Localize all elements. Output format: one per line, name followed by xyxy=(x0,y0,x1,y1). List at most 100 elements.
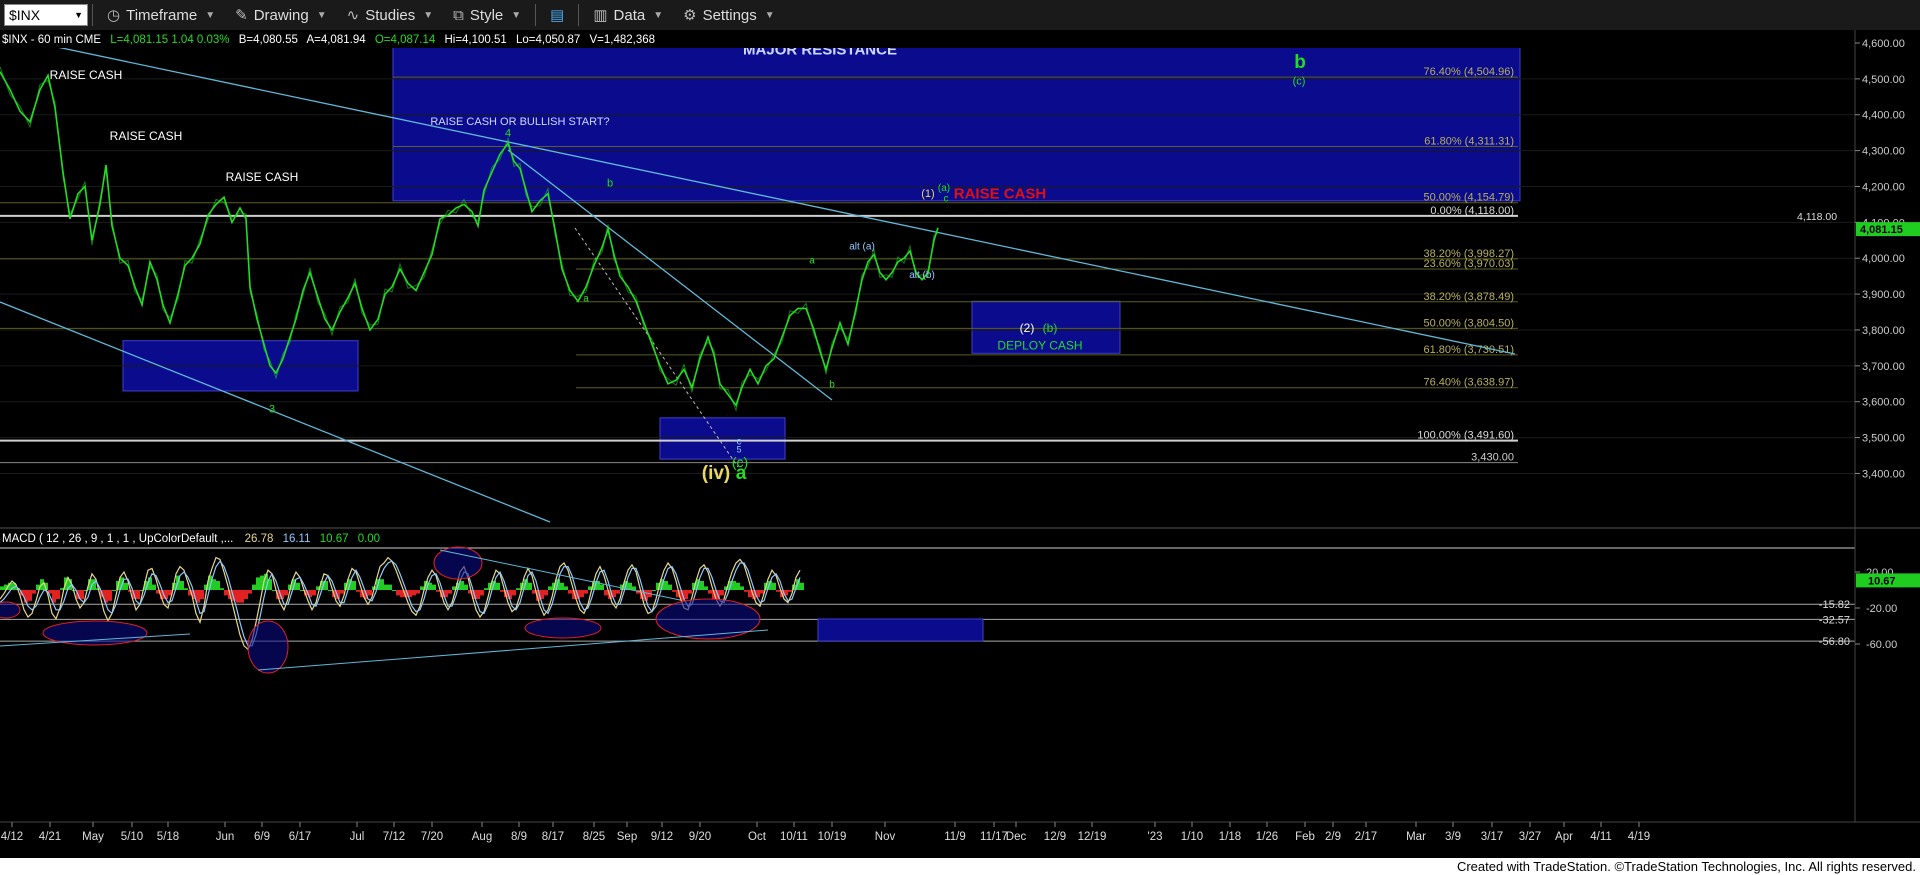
macd-histogram-bar xyxy=(356,590,360,592)
macd-histogram-bar xyxy=(548,586,552,590)
drawing-menu[interactable]: ✎ Drawing ▼ xyxy=(225,1,337,29)
time-axis-label: Aug xyxy=(472,831,492,843)
price-zone xyxy=(659,417,786,460)
symbol-selector[interactable]: $INX ▼ xyxy=(4,4,88,26)
time-axis-label: Jun xyxy=(216,831,235,843)
price-chart[interactable]: 76.40% (4,504.96) 61.80% (4,311.31) 50.00%… xyxy=(0,30,1920,858)
macd-histogram-bar xyxy=(568,590,572,594)
fib-level-label: 50.00% (4,154.79) xyxy=(1423,192,1514,204)
macd-histogram-bar xyxy=(388,584,392,590)
time-axis-label: 11/9 xyxy=(944,831,966,843)
macd-histogram-bar xyxy=(496,582,500,590)
chevron-down-icon: ▼ xyxy=(205,9,216,21)
macd-histogram-bar xyxy=(328,590,332,591)
chevron-down-icon: ▼ xyxy=(423,9,434,21)
time-axis-label: 7/12 xyxy=(383,831,405,843)
wave-label: 4 xyxy=(505,127,511,139)
studies-menu[interactable]: ∿ Studies ▼ xyxy=(337,1,444,29)
macd-histogram-bar xyxy=(180,581,184,590)
macd-histogram-bar xyxy=(248,590,252,594)
data-menu[interactable]: ▥ Data ▼ xyxy=(583,1,673,29)
toolbar-divider xyxy=(535,4,537,26)
wave-label: (2) xyxy=(1020,321,1035,335)
macd-histogram-bar xyxy=(80,590,84,599)
time-axis-label: Oct xyxy=(748,831,767,843)
time-axis-label: 9/12 xyxy=(651,831,673,843)
macd-histogram-bar xyxy=(736,582,740,590)
macd-histogram-bar xyxy=(720,590,724,596)
macd-histogram-bar xyxy=(216,581,220,590)
macd-histogram-bar xyxy=(516,588,520,590)
studies-label: Studies xyxy=(365,6,416,24)
info-bar: $INX - 60 min CME L=4,081.15 1.04 0.03% … xyxy=(2,34,655,46)
time-axis-label: 5/18 xyxy=(157,831,179,843)
macd-histogram-bar xyxy=(772,582,776,590)
footer-credit: Created with TradeStation. ©TradeStation… xyxy=(0,858,1920,875)
macd-histogram-bar xyxy=(240,590,244,603)
macd-zero-value: 0.00 xyxy=(358,533,380,545)
layout-button[interactable]: ▤ xyxy=(540,1,574,29)
macd-histogram-bar xyxy=(484,588,488,590)
wave-label: (iv) xyxy=(702,463,731,484)
macd-histogram-bar xyxy=(300,590,304,591)
time-axis-label: 2/17 xyxy=(1355,831,1377,843)
macd-histogram-bar xyxy=(236,590,240,603)
data-label: Data xyxy=(613,6,646,24)
wave-label: RAISE CASH xyxy=(954,186,1047,203)
macd-histogram-bar xyxy=(560,582,564,590)
macd-histogram-bar xyxy=(272,590,276,591)
time-axis-label: Feb xyxy=(1295,831,1315,843)
macd-histogram-bar xyxy=(464,584,468,590)
style-menu[interactable]: ⧉ Style ▼ xyxy=(443,1,531,29)
bar-chart-icon: ▥ xyxy=(593,7,608,24)
macd-histogram-bar xyxy=(632,586,636,590)
wave-label: (a) xyxy=(938,183,950,194)
macd-histogram-bar xyxy=(512,590,516,596)
macd-histogram-bar xyxy=(740,586,744,590)
wave-label: RAISE CASH xyxy=(226,170,299,184)
macd-histogram-bar xyxy=(800,582,804,590)
macd-histogram-bar xyxy=(416,590,420,594)
fib-level-label: 38.20% (3,878.49) xyxy=(1423,291,1514,303)
macd-histogram-bar xyxy=(544,590,548,596)
macd-histogram-bar xyxy=(392,590,396,591)
macd-histogram-bar xyxy=(108,590,112,601)
wave-label: b xyxy=(829,379,835,390)
toolbar-divider xyxy=(578,4,580,26)
chevron-down-icon: ▼ xyxy=(764,9,775,21)
macd-histogram-bar xyxy=(136,590,140,599)
price-axis-label: 3,600.00 xyxy=(1862,397,1905,409)
macd-histogram-bar xyxy=(124,582,128,590)
macd-histogram-bar xyxy=(184,588,188,590)
info-volume: V=1,482,368 xyxy=(589,34,655,46)
macd-histogram-bar xyxy=(368,590,372,596)
macd-histogram-bar xyxy=(112,590,116,591)
toolbar: $INX ▼ ◷ Timeframe ▼ ✎ Drawing ▼ ∿ Studi… xyxy=(0,0,1920,31)
macd-histogram-bar xyxy=(672,590,676,592)
time-axis-label: 4/12 xyxy=(1,831,23,843)
time-axis-label: 10/11 xyxy=(780,831,808,843)
time-axis-label: 6/17 xyxy=(289,831,311,843)
macd-histogram-bar xyxy=(448,590,452,594)
price-axis-label: 3,500.00 xyxy=(1862,433,1905,445)
time-axis-label: May xyxy=(82,831,104,843)
time-axis-label: 3/9 xyxy=(1445,831,1461,843)
macd-histogram-bar xyxy=(668,584,672,590)
macd-histogram-bar xyxy=(684,590,688,599)
fib-level-label: 76.40% (3,638.97) xyxy=(1423,377,1514,389)
macd-histogram-bar xyxy=(380,579,384,590)
wave-label: b xyxy=(607,177,613,189)
macd-histogram-bar xyxy=(564,586,568,590)
last-price-label: 4,081.15 xyxy=(1860,224,1903,236)
macd-level-label: -15.82 xyxy=(1819,599,1850,611)
macd-histogram-bar xyxy=(708,590,712,594)
macd-histogram-bar xyxy=(476,590,480,599)
fib-level-label: 50.00% (3,804.50) xyxy=(1423,317,1514,329)
time-axis-label: 7/20 xyxy=(421,831,443,843)
studies-icon: ∿ xyxy=(346,7,360,24)
settings-menu[interactable]: ⚙ Settings ▼ xyxy=(673,1,785,29)
fib-level-label: 100.00% (3,491.60) xyxy=(1417,430,1514,442)
macd-axis-label: -60.00 xyxy=(1866,639,1897,651)
time-axis-label: 12/9 xyxy=(1044,831,1066,843)
timeframe-menu[interactable]: ◷ Timeframe ▼ xyxy=(97,1,225,29)
